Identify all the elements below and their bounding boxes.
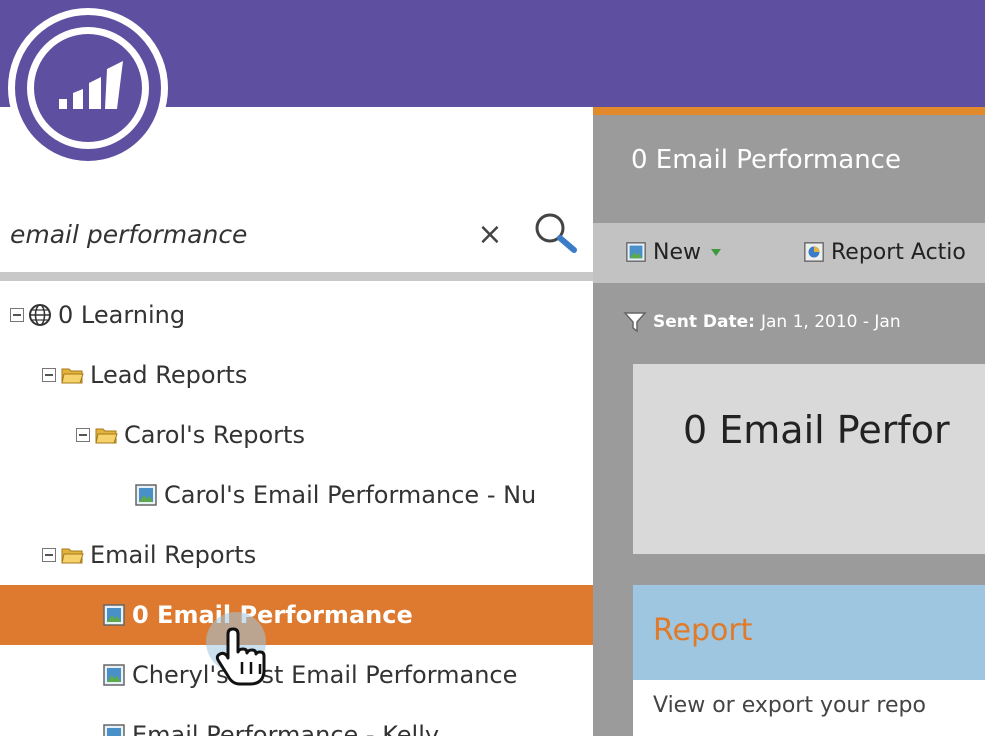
toolbar: New Report Actio [593, 223, 985, 283]
report-actions-icon [804, 242, 824, 262]
hand-cursor-icon [206, 612, 266, 686]
report-preview-card: 0 Email Perfor [633, 364, 985, 554]
tree-label: Email Performance - Kelly [132, 721, 440, 736]
tree-label: 0 Learning [58, 301, 186, 329]
report-panel: Report View or export your repo [633, 585, 985, 736]
tree-label: Carol's Reports [124, 421, 305, 449]
globe-icon [29, 304, 51, 326]
report-icon [103, 664, 125, 686]
search-bar: × [0, 196, 593, 272]
report-panel-description: View or export your repo [653, 693, 926, 718]
logo-bars-icon [59, 61, 123, 109]
main-panel: 0 Email Performance New Report Actio Sen… [593, 107, 985, 736]
tree-label: Carol's Email Performance - Nu [164, 481, 537, 509]
marketo-logo[interactable] [8, 8, 168, 168]
tree-label: Lead Reports [90, 361, 248, 389]
report-icon [626, 242, 646, 262]
collapse-icon[interactable] [42, 548, 56, 562]
preview-title: 0 Email Perfor [683, 408, 950, 452]
report-icon [103, 724, 125, 736]
filter-label: Sent Date: [653, 312, 755, 332]
new-button[interactable]: New [625, 237, 721, 267]
collapse-icon[interactable] [76, 428, 90, 442]
clear-search-icon[interactable]: × [474, 214, 506, 254]
tree-row-report-0-email-performance[interactable]: 0 Email Performance [0, 585, 593, 645]
filter-icon [623, 312, 647, 333]
search-input[interactable] [10, 214, 460, 254]
tree-row-folder-lead-reports[interactable]: Lead Reports [0, 345, 593, 405]
search-icon[interactable] [530, 210, 582, 258]
folder-icon [61, 548, 84, 564]
report-icon [103, 604, 125, 626]
report-icon [135, 484, 157, 506]
tree-row-report-cheryl-email-performance[interactable]: Cheryl's Test Email Performance [0, 645, 593, 705]
tree-row-folder-carols-reports[interactable]: Carol's Reports [0, 405, 593, 465]
tree-row-report-email-performance-kelly[interactable]: Email Performance - Kelly [0, 705, 593, 736]
tree-row-folder-email-reports[interactable]: Email Reports [0, 525, 593, 585]
filter-sent-date[interactable]: Sent Date: Jan 1, 2010 - Jan [623, 307, 901, 337]
folder-icon [95, 428, 118, 444]
main-accent-bar [593, 107, 985, 115]
folder-icon [61, 368, 84, 384]
report-actions-label: Report Actio [831, 239, 966, 265]
tree-row-report-carols-email-performance[interactable]: Carol's Email Performance - Nu [0, 465, 593, 525]
tree-row-workspace-learning[interactable]: 0 Learning [0, 285, 593, 345]
collapse-icon[interactable] [42, 368, 56, 382]
report-panel-title: Report [653, 613, 753, 648]
report-actions-button[interactable]: Report Actio [803, 237, 966, 267]
collapse-icon[interactable] [10, 308, 24, 322]
new-button-label: New [653, 239, 701, 265]
filter-value: Jan 1, 2010 - Jan [760, 312, 901, 332]
report-panel-header[interactable]: Report [633, 585, 985, 680]
dropdown-arrow-icon [711, 248, 721, 256]
tree-label: Cheryl's Test Email Performance [132, 661, 518, 689]
search-divider [0, 272, 593, 281]
tree-view: 0 Learning Lead Reports Carol's Reports … [0, 285, 593, 736]
main-title: 0 Email Performance [631, 145, 901, 175]
tree-label: Email Reports [90, 541, 257, 569]
